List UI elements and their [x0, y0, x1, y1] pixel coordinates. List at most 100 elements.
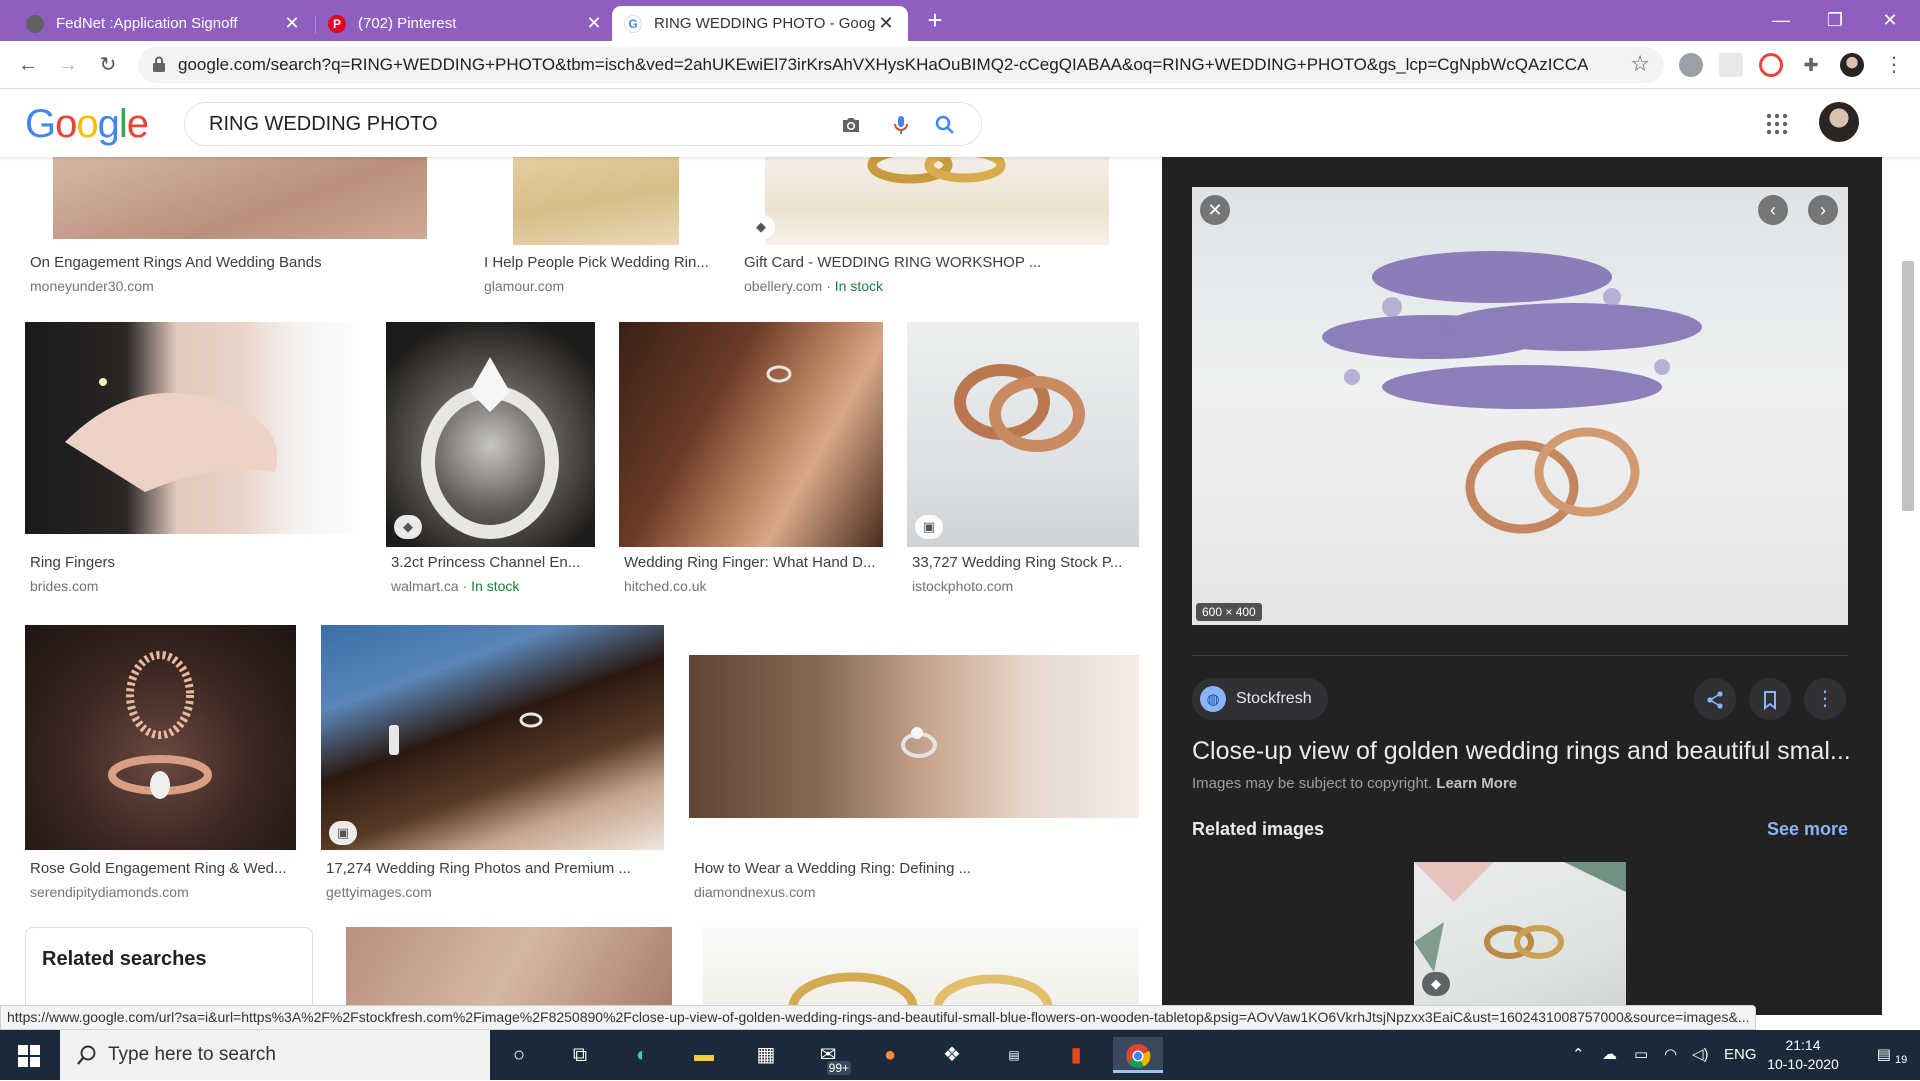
result-thumbnail[interactable] [907, 322, 1139, 547]
amazon-icon[interactable]: ▤ [989, 1037, 1039, 1073]
result-thumbnail[interactable] [689, 655, 1139, 818]
see-more-link[interactable]: See more [1767, 819, 1848, 840]
result-source[interactable]: serendipitydiamonds.com [30, 884, 189, 900]
result-caption[interactable]: Gift Card - WEDDING RING WORKSHOP ... [744, 254, 1134, 271]
result-caption[interactable]: Wedding Ring Finger: What Hand D... [624, 554, 884, 571]
tab-google-images[interactable]: G RING WEDDING PHOTO - Google ✕ [612, 6, 908, 41]
result-caption[interactable]: How to Wear a Wedding Ring: Defining ... [694, 860, 1134, 877]
minimize-button[interactable]: — [1753, 0, 1809, 41]
result-card[interactable]: ▣ 17,274 Wedding Ring Photos and Premium… [321, 625, 664, 905]
google-logo[interactable]: Google [25, 102, 149, 147]
result-caption[interactable]: 17,274 Wedding Ring Photos and Premium .… [326, 860, 656, 877]
result-caption[interactable]: I Help People Pick Wedding Rin... [484, 254, 714, 271]
chrome-taskbar-icon[interactable] [1113, 1037, 1163, 1073]
result-source[interactable]: istockphoto.com [912, 578, 1013, 594]
onedrive-icon[interactable]: ☁ [1602, 1030, 1617, 1080]
related-image-thumbnail[interactable]: ◆ [1414, 862, 1626, 1015]
share-button[interactable] [1694, 678, 1736, 720]
search-icon[interactable] [933, 113, 957, 137]
close-tab-icon[interactable]: ✕ [282, 13, 302, 34]
bookmark-star-icon[interactable]: ☆ [1630, 51, 1650, 77]
result-thumbnail[interactable] [703, 927, 1139, 1015]
close-tab-icon[interactable]: ✕ [584, 13, 604, 34]
result-card[interactable]: Ring Fingers brides.com [25, 322, 362, 602]
source-chip[interactable]: ◍ Stockfresh [1192, 678, 1328, 720]
search-input[interactable] [209, 103, 769, 145]
result-card[interactable]: Rose Gold Engagement Ring & Wed... seren… [25, 625, 296, 905]
edge-icon[interactable]: ◐ [617, 1037, 667, 1073]
reload-button[interactable]: ↻ [92, 49, 124, 81]
result-source[interactable]: hitched.co.uk [624, 578, 707, 594]
result-caption[interactable]: 3.2ct Princess Channel En... [391, 554, 596, 571]
result-card[interactable]: On Engagement Rings And Wedding Bands mo… [25, 157, 455, 297]
result-thumbnail[interactable] [25, 322, 362, 534]
result-thumbnail[interactable] [386, 322, 595, 547]
firefox-icon[interactable]: ● [865, 1037, 915, 1073]
save-button[interactable] [1749, 678, 1791, 720]
result-caption[interactable]: On Engagement Rings And Wedding Bands [30, 254, 450, 271]
language-indicator[interactable]: ENG [1724, 1030, 1757, 1080]
scrollbar-thumb[interactable] [1902, 261, 1914, 511]
taskbar-search-box[interactable]: Type here to search [60, 1030, 490, 1080]
result-caption[interactable]: Ring Fingers [30, 554, 360, 571]
office-icon[interactable]: ▮ [1051, 1037, 1101, 1073]
result-thumbnail[interactable] [513, 157, 679, 245]
forward-button[interactable]: → [52, 49, 84, 81]
result-card[interactable]: Wedding Ring Finger: What Hand D... hitc… [619, 322, 883, 602]
result-thumbnail[interactable] [765, 157, 1109, 245]
result-thumbnail[interactable] [53, 157, 427, 239]
extension-circle-icon[interactable] [1679, 53, 1703, 77]
volume-icon[interactable]: ◁) [1692, 1030, 1709, 1080]
next-image-button[interactable]: › [1808, 195, 1838, 225]
close-preview-button[interactable]: ✕ [1200, 195, 1230, 225]
extensions-puzzle-icon[interactable]: ✚ [1799, 53, 1823, 77]
result-card[interactable]: ▣ 33,727 Wedding Ring Stock P... istockp… [907, 322, 1139, 602]
url-text[interactable]: google.com/search?q=RING+WEDDING+PHOTO&t… [178, 47, 1588, 83]
close-window-button[interactable]: ✕ [1862, 0, 1918, 41]
file-explorer-icon[interactable]: ▬ [679, 1037, 729, 1073]
camera-icon[interactable] [839, 113, 863, 137]
preview-image[interactable]: ✕ ‹ › 600 × 400 [1192, 187, 1848, 625]
result-source[interactable]: diamondnexus.com [694, 884, 815, 900]
microphone-icon[interactable] [889, 113, 913, 137]
result-card[interactable]: ◆ 3.2ct Princess Channel En... walmart.c… [386, 322, 595, 602]
result-source[interactable]: brides.com [30, 578, 98, 594]
taskbar-clock[interactable]: 21:14 10-10-2020 [1758, 1036, 1848, 1074]
result-source[interactable]: walmart.ca · In stock [391, 578, 519, 594]
show-hidden-icons-button[interactable]: ⌃ [1572, 1030, 1585, 1080]
result-caption[interactable]: 33,727 Wedding Ring Stock P... [912, 554, 1140, 571]
result-source[interactable]: obellery.com · In stock [744, 278, 883, 294]
extension-swirl-icon[interactable] [1759, 53, 1783, 77]
chrome-menu-icon[interactable]: ⋮ [1882, 53, 1906, 77]
result-card[interactable]: ◆ Gift Card - WEDDING RING WORKSHOP ... … [739, 157, 1139, 297]
result-thumbnail[interactable] [619, 322, 883, 547]
restore-button[interactable]: ❐ [1807, 0, 1863, 41]
address-bar[interactable]: google.com/search?q=RING+WEDDING+PHOTO&t… [138, 47, 1664, 83]
wifi-icon[interactable]: ◠ [1664, 1030, 1677, 1080]
result-card[interactable]: I Help People Pick Wedding Rin... glamou… [479, 157, 714, 297]
result-thumbnail[interactable] [346, 927, 672, 1015]
image-title[interactable]: Close-up view of golden wedding rings an… [1192, 737, 1852, 766]
result-source[interactable]: gettyimages.com [326, 884, 432, 900]
battery-icon[interactable]: ▭ [1634, 1030, 1648, 1080]
close-tab-icon[interactable]: ✕ [876, 13, 896, 34]
page-scrollbar[interactable] [1882, 157, 1920, 1015]
tab-pinterest[interactable]: P (702) Pinterest ✕ [316, 6, 616, 41]
result-card[interactable]: How to Wear a Wedding Ring: Defining ...… [689, 625, 1139, 905]
dropbox-icon[interactable]: ❖ [927, 1037, 977, 1073]
mail-icon[interactable]: ✉ 99+ [803, 1037, 853, 1075]
learn-more-link[interactable]: Learn More [1436, 775, 1517, 792]
task-view-icon[interactable]: ⧉ [555, 1037, 605, 1073]
cortana-icon[interactable]: ○ [494, 1037, 544, 1073]
result-caption[interactable]: Rose Gold Engagement Ring & Wed... [30, 860, 296, 877]
google-apps-icon[interactable] [1765, 112, 1789, 136]
back-button[interactable]: ← [12, 49, 44, 81]
store-icon[interactable]: ▦ [741, 1037, 791, 1073]
previous-image-button[interactable]: ‹ [1758, 195, 1788, 225]
result-source[interactable]: glamour.com [484, 278, 564, 294]
result-card[interactable] [703, 927, 1139, 1015]
result-thumbnail[interactable] [25, 625, 296, 850]
more-options-button[interactable]: ⋮ [1804, 678, 1846, 720]
result-thumbnail[interactable] [321, 625, 664, 850]
windows-start-icon[interactable] [18, 1045, 40, 1067]
